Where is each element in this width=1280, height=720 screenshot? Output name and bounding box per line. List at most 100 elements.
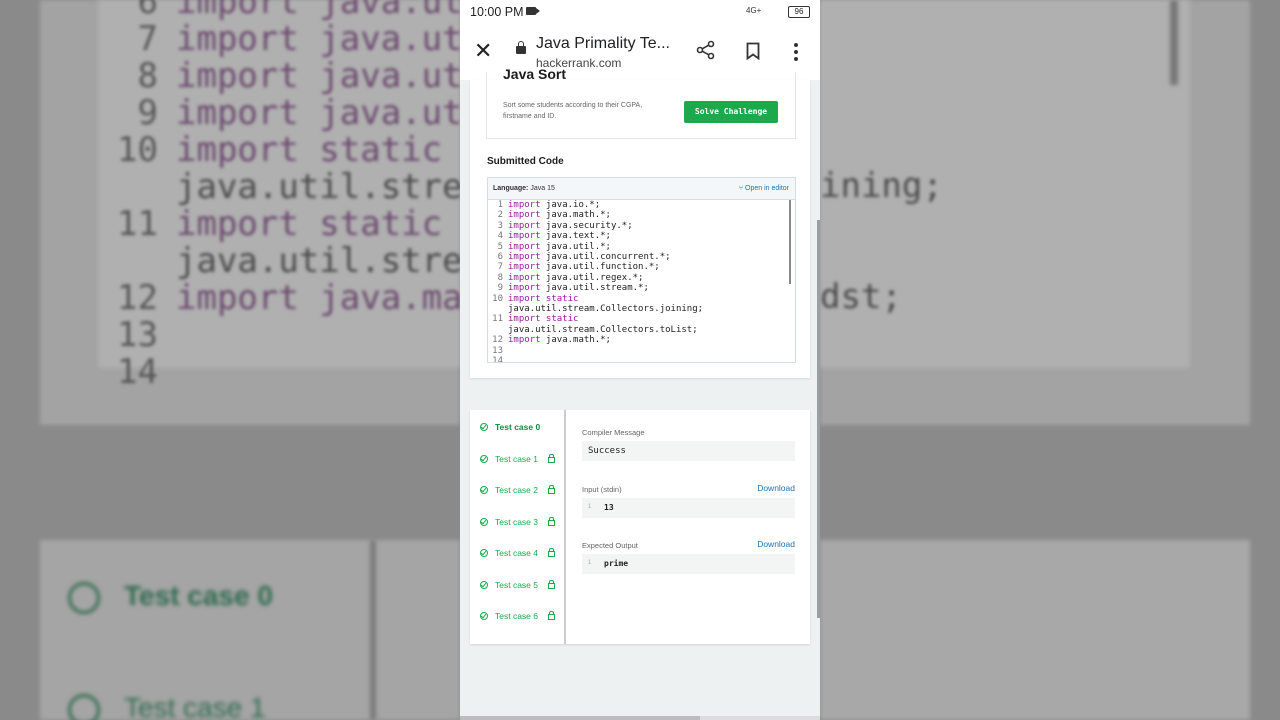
expected-line-number: 1 bbox=[588, 560, 592, 566]
code-keyword: import bbox=[508, 335, 541, 346]
expected-output-label: Expected Output bbox=[582, 541, 638, 550]
compiler-message-label: Compiler Message bbox=[582, 428, 645, 437]
check-circle-icon bbox=[480, 612, 488, 620]
phone-screen: 10:00 PM 4G+ 96 ✕ Java Primality Te... h… bbox=[460, 0, 820, 720]
test-case-item[interactable]: Test case 4 bbox=[480, 548, 555, 558]
code-line: 12 import java.math.*; bbox=[488, 335, 793, 345]
lock-icon bbox=[548, 579, 555, 589]
line-number: 12 bbox=[492, 335, 503, 346]
code-line: java.util.stream.Collectors.joining; bbox=[488, 304, 793, 314]
input-box: 1 13 bbox=[582, 498, 795, 518]
code-line: 13 bbox=[488, 346, 793, 356]
line-number: 13 bbox=[492, 345, 503, 356]
code-text: java.security.*; bbox=[540, 220, 633, 231]
test-case-item[interactable]: Test case 3 bbox=[480, 516, 555, 527]
lock-icon bbox=[548, 453, 555, 463]
share-icon[interactable] bbox=[696, 40, 716, 60]
code-text: java.text.*; bbox=[540, 231, 611, 242]
code-text: java.util.concurrent.*; bbox=[540, 252, 671, 263]
test-case-label: Test case 2 bbox=[495, 485, 538, 495]
close-icon[interactable]: ✕ bbox=[474, 40, 492, 62]
code-keyword: import bbox=[508, 220, 541, 231]
input-download-link[interactable]: Download bbox=[757, 483, 795, 493]
line-number: 5 bbox=[497, 241, 503, 252]
open-in-editor-label: Open in editor bbox=[745, 185, 789, 192]
code-text: java.math.*; bbox=[540, 210, 611, 221]
test-results-card: Test case 0 Test case 1 Test case 2 Test ca… bbox=[470, 410, 810, 644]
background-blur-left: 6import java.uti 7import java.uti 8impor… bbox=[0, 0, 460, 720]
code-line: 11 import static bbox=[488, 314, 793, 324]
test-case-label: Test case 5 bbox=[495, 579, 538, 590]
test-case-list: Test case 0 Test case 1 Test case 2 Test ca… bbox=[470, 410, 566, 644]
line-number: 1 bbox=[497, 200, 503, 210]
test-case-label: Test case 4 bbox=[495, 548, 538, 558]
status-bar: 10:00 PM 4G+ 96 bbox=[460, 0, 820, 24]
input-label: Input (stdin) bbox=[582, 485, 622, 494]
test-case-item[interactable]: Test case 5 bbox=[480, 579, 555, 590]
bookmark-icon[interactable] bbox=[746, 42, 760, 60]
test-case-label: Test case 0 bbox=[495, 422, 541, 432]
video-camera-icon bbox=[526, 7, 540, 15]
code-keyword: import bbox=[508, 231, 541, 242]
code-keyword: import bbox=[508, 283, 541, 294]
status-time: 10:00 PM bbox=[470, 5, 524, 19]
open-in-editor-link[interactable]: ⑂ Open in editor bbox=[739, 185, 789, 192]
gesture-bar bbox=[460, 716, 820, 720]
challenge-description: Sort some students according to their CG… bbox=[503, 102, 643, 120]
code-line: 1 import java.io.*; bbox=[488, 200, 793, 210]
test-case-item[interactable]: Test case 0 bbox=[480, 422, 540, 432]
code-text: java.util.stream.Collectors.joining; bbox=[508, 304, 704, 315]
test-case-item[interactable]: Test case 6 bbox=[480, 611, 555, 621]
code-line: 9 import java.util.stream.*; bbox=[488, 283, 793, 293]
code-body[interactable]: 1 import java.io.*; 2 import java.math.*; 3 i… bbox=[488, 200, 793, 362]
solve-challenge-button[interactable]: Solve Challenge bbox=[684, 101, 778, 123]
code-keyword: import bbox=[508, 210, 541, 221]
check-circle-icon bbox=[480, 517, 488, 526]
code-viewer: Language: Java 15 ⑂ Open in editor 1 impo… bbox=[487, 177, 796, 363]
test-case-label: Test case 1 bbox=[495, 453, 538, 464]
page-content: Java Sort Sort some students according t… bbox=[460, 66, 820, 720]
line-number: 9 bbox=[497, 283, 503, 294]
code-line: 7 import java.util.function.*; bbox=[488, 262, 793, 272]
submission-card: Java Sort Sort some students according t… bbox=[470, 66, 810, 378]
test-case-label: Test case 3 bbox=[495, 516, 538, 527]
background-blur-right: ining; dst; bbox=[820, 0, 1280, 720]
input-line-number: 1 bbox=[588, 504, 592, 510]
compiler-message-value: Success bbox=[588, 446, 626, 456]
page-title[interactable]: Java Primality Te... bbox=[536, 35, 670, 53]
suggested-challenge: Java Sort Sort some students according t… bbox=[486, 66, 796, 139]
lock-icon bbox=[548, 548, 555, 557]
more-options-icon[interactable] bbox=[794, 43, 798, 64]
expected-output-download-link[interactable]: Download bbox=[757, 539, 795, 549]
code-text: java.math.*; bbox=[540, 335, 611, 346]
challenge-name[interactable]: Java Sort bbox=[503, 66, 566, 82]
code-keyword: import bbox=[508, 200, 541, 210]
line-number: 10 bbox=[492, 293, 503, 304]
check-circle-icon bbox=[480, 486, 488, 494]
signal-icon: 4G+ bbox=[746, 6, 762, 15]
input-value: 13 bbox=[604, 503, 614, 512]
code-keyword: import bbox=[508, 272, 541, 283]
code-text: java.util.function.*; bbox=[540, 262, 660, 273]
code-line: 14 bbox=[488, 356, 793, 362]
test-case-item[interactable]: Test case 2 bbox=[480, 485, 555, 495]
code-text: java.io.*; bbox=[540, 200, 601, 210]
line-number: 3 bbox=[497, 220, 503, 231]
test-case-item[interactable]: Test case 1 bbox=[480, 453, 555, 464]
code-line: 8 import java.util.regex.*; bbox=[488, 273, 793, 283]
code-line: 3 import java.security.*; bbox=[488, 221, 793, 231]
line-number: 6 bbox=[497, 252, 503, 263]
lock-icon bbox=[548, 485, 555, 494]
lock-icon[interactable] bbox=[516, 41, 526, 54]
check-circle-icon bbox=[480, 580, 488, 589]
code-line: 6 import java.util.concurrent.*; bbox=[488, 252, 793, 262]
lock-icon bbox=[548, 611, 555, 620]
code-text: java.util.stream.*; bbox=[540, 283, 649, 294]
code-keyword: import static bbox=[508, 293, 579, 304]
code-line: java.util.stream.Collectors.toList; bbox=[488, 325, 793, 335]
page-scrollbar[interactable] bbox=[817, 220, 820, 618]
code-text: java.util.regex.*; bbox=[540, 272, 644, 283]
code-text: java.util.*; bbox=[540, 241, 611, 252]
code-keyword: import bbox=[508, 252, 541, 263]
compiler-message-box: Success bbox=[582, 441, 795, 461]
